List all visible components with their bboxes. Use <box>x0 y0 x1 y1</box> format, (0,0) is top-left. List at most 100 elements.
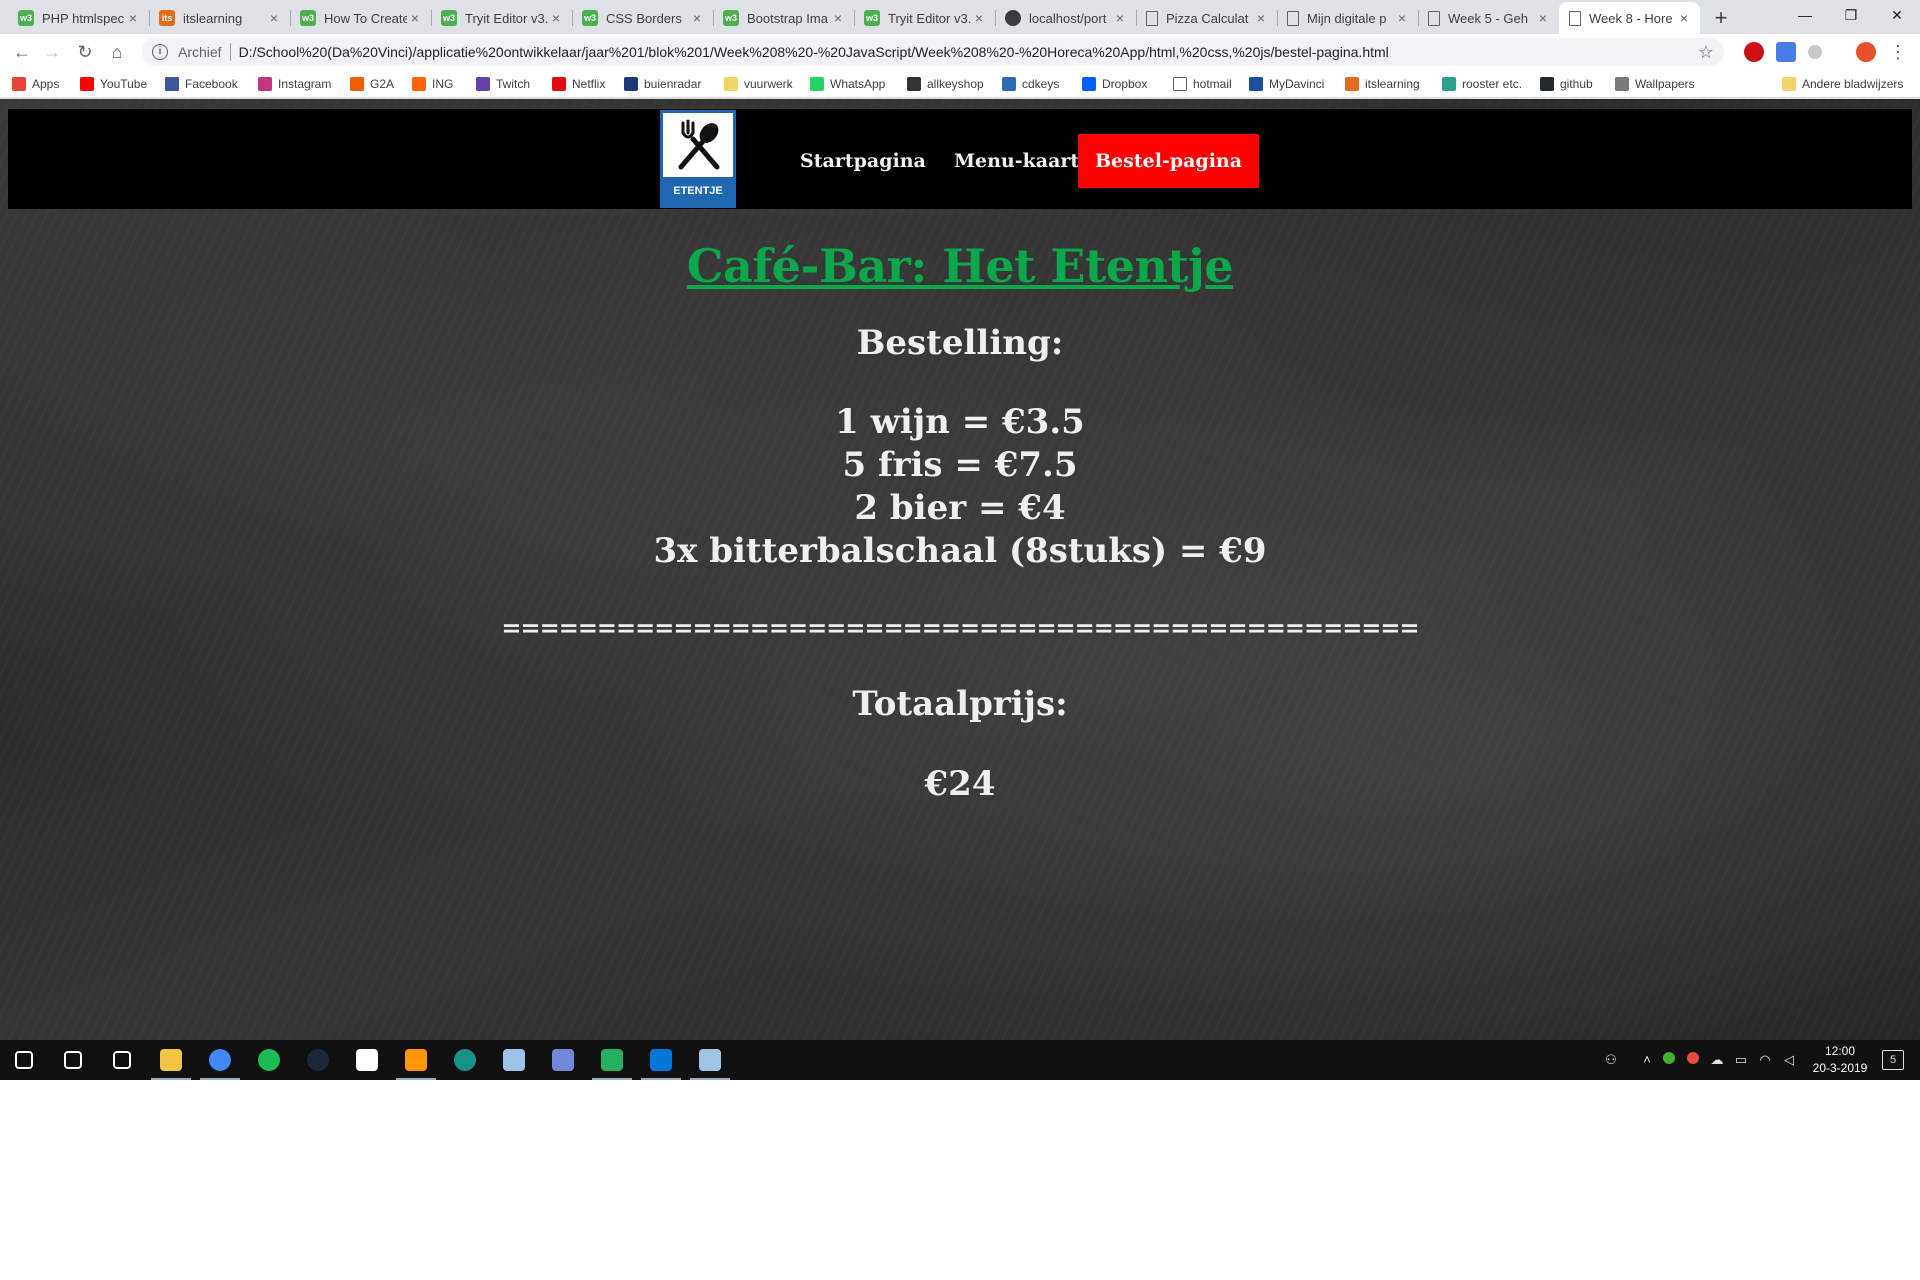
bookmark-item[interactable]: Dropbox <box>1082 75 1147 93</box>
bookmark-label: allkeyshop <box>927 77 984 91</box>
profile-avatar[interactable] <box>1856 42 1876 62</box>
home-button[interactable]: ⌂ <box>105 40 129 64</box>
allkeyshop-icon <box>907 77 921 91</box>
taskbar-button[interactable] <box>441 1040 489 1080</box>
bookmark-item[interactable]: Apps <box>12 75 59 93</box>
order-line: 5 fris = €7.5 <box>842 445 1078 485</box>
bookmark-item[interactable]: github <box>1540 75 1593 93</box>
bookmark-item[interactable]: vuurwerk <box>724 75 793 93</box>
tab-title: Bootstrap Ima <box>747 10 828 26</box>
taskbar-button[interactable] <box>49 1040 97 1080</box>
close-tab-icon[interactable]: × <box>266 10 282 26</box>
reload-icon: ↻ <box>77 42 93 62</box>
browser-tab[interactable]: w3 Tryit Editor v3. × <box>431 2 573 34</box>
nav-startpagina[interactable]: Startpagina <box>783 134 943 188</box>
url-text[interactable]: D:/School%20(Da%20Vinci)/applicatie%20on… <box>239 44 1698 60</box>
minimize-button[interactable]: — <box>1782 0 1828 30</box>
close-tab-icon[interactable]: × <box>1676 10 1692 26</box>
site-logo[interactable]: ETENTJE <box>660 110 736 208</box>
close-tab-icon[interactable]: × <box>1112 10 1128 26</box>
browser-tab[interactable]: w3 How To Create × <box>290 2 432 34</box>
bookmark-item[interactable]: YouTube <box>80 75 147 93</box>
taskbar-button[interactable] <box>343 1040 391 1080</box>
close-tab-icon[interactable]: × <box>1394 10 1410 26</box>
address-bar[interactable]: i Archief D:/School%20(Da%20Vinci)/appli… <box>142 38 1724 66</box>
volume-icon[interactable]: ◁ <box>1780 1051 1798 1069</box>
browser-menu-button[interactable]: ⋮ <box>1886 40 1910 64</box>
bookmark-item[interactable]: cdkeys <box>1002 75 1059 93</box>
clock[interactable]: 12:00 20-3-2019 <box>1805 1043 1875 1077</box>
new-tab-button[interactable]: + <box>1707 4 1735 32</box>
bookmark-item[interactable]: Facebook <box>165 75 238 93</box>
taskbar-button[interactable] <box>490 1040 538 1080</box>
extension-icon[interactable] <box>1808 45 1822 59</box>
close-tab-icon[interactable]: × <box>689 10 705 26</box>
onedrive-icon[interactable]: ☁ <box>1708 1051 1726 1069</box>
close-tab-icon[interactable]: × <box>830 10 846 26</box>
task-view-icon <box>113 1051 131 1069</box>
bookmark-item[interactable]: Netflix <box>552 75 605 93</box>
bookmark-item[interactable]: rooster etc. <box>1442 75 1522 93</box>
close-window-button[interactable]: ✕ <box>1874 0 1920 30</box>
bookmark-star-icon[interactable]: ☆ <box>1698 42 1714 63</box>
taskbar-button[interactable] <box>245 1040 293 1080</box>
bookmark-item[interactable]: buienradar <box>624 75 701 93</box>
taskbar-button[interactable] <box>539 1040 587 1080</box>
battery-icon[interactable]: ▭ <box>1732 1051 1750 1069</box>
browser-tab[interactable]: w3 PHP htmlspeci × <box>8 2 150 34</box>
bookmark-item[interactable]: Instagram <box>258 75 331 93</box>
close-tab-icon[interactable]: × <box>971 10 987 26</box>
taskbar-button[interactable] <box>637 1040 685 1080</box>
bookmark-item[interactable]: ING <box>412 75 453 93</box>
close-tab-icon[interactable]: × <box>1253 10 1269 26</box>
wifi-icon[interactable]: ◠ <box>1756 1051 1774 1069</box>
people-icon[interactable]: ⚇ <box>1602 1051 1620 1069</box>
browser-tab[interactable]: w3 Tryit Editor v3. × <box>854 2 996 34</box>
bookmark-item[interactable]: allkeyshop <box>907 75 984 93</box>
bookmark-item[interactable]: G2A <box>350 75 394 93</box>
taskbar-button[interactable] <box>392 1040 440 1080</box>
bookmark-item[interactable]: WhatsApp <box>810 75 885 93</box>
opera-extension-icon[interactable] <box>1744 42 1764 62</box>
tray-app-icon[interactable] <box>1660 1051 1678 1069</box>
reload-button[interactable]: ↻ <box>73 40 97 64</box>
back-button[interactable]: ← <box>10 40 34 64</box>
browser-tab[interactable]: Mijn digitale p × <box>1277 2 1419 34</box>
browser-tab[interactable]: w3 CSS Borders × <box>572 2 714 34</box>
taskbar-button[interactable] <box>588 1040 636 1080</box>
taskbar-button[interactable] <box>98 1040 146 1080</box>
taskbar-button[interactable] <box>686 1040 734 1080</box>
taskbar-button[interactable] <box>294 1040 342 1080</box>
tray-app-icon[interactable] <box>1684 1051 1702 1069</box>
close-tab-icon[interactable]: × <box>1535 10 1551 26</box>
nav-bestel-pagina[interactable]: Bestel-pagina <box>1078 134 1260 188</box>
logo-text: ETENTJE <box>663 177 733 205</box>
taskbar-button[interactable] <box>147 1040 195 1080</box>
close-tab-icon[interactable]: × <box>125 10 141 26</box>
browser-tab[interactable]: Week 8 - Hore × <box>1559 2 1700 34</box>
browser-tab[interactable]: Week 5 - Geh × <box>1418 2 1560 34</box>
chevron-up-icon[interactable]: ˄ <box>1638 1051 1656 1069</box>
bookmark-item[interactable]: hotmail <box>1173 75 1232 93</box>
bookmark-item[interactable]: Wallpapers <box>1615 75 1695 93</box>
other-bookmarks[interactable]: Andere bladwijzers <box>1782 75 1903 93</box>
close-tab-icon[interactable]: × <box>407 10 423 26</box>
bookmark-item[interactable]: itslearning <box>1345 75 1420 93</box>
browser-tab[interactable]: its itslearning × <box>149 2 291 34</box>
browser-tab[interactable]: Pizza Calculat × <box>1136 2 1278 34</box>
bookmarks-bar: Apps YouTube Facebook Instagram G2A ING Twitch… <box>0 70 1920 98</box>
restore-button[interactable]: ❐ <box>1828 0 1874 30</box>
taskbar-button[interactable] <box>0 1040 48 1080</box>
chat-extension-icon[interactable] <box>1776 42 1796 62</box>
info-icon[interactable]: i <box>152 44 168 60</box>
order-content: Café-Bar: Het Etentje Bestelling: 1 wijn… <box>0 239 1920 804</box>
bookmark-item[interactable]: MyDavinci <box>1249 75 1324 93</box>
close-tab-icon[interactable]: × <box>548 10 564 26</box>
browser-tab[interactable]: w3 Bootstrap Ima × <box>713 2 855 34</box>
bookmark-item[interactable]: Twitch <box>476 75 530 93</box>
taskbar-button[interactable] <box>196 1040 244 1080</box>
notifications-icon[interactable]: 5 <box>1882 1050 1904 1070</box>
browser-tab[interactable]: localhost/port × <box>995 2 1137 34</box>
forward-button[interactable]: → <box>40 40 64 64</box>
nav-menu-kaart[interactable]: Menu-kaart <box>937 134 1096 188</box>
